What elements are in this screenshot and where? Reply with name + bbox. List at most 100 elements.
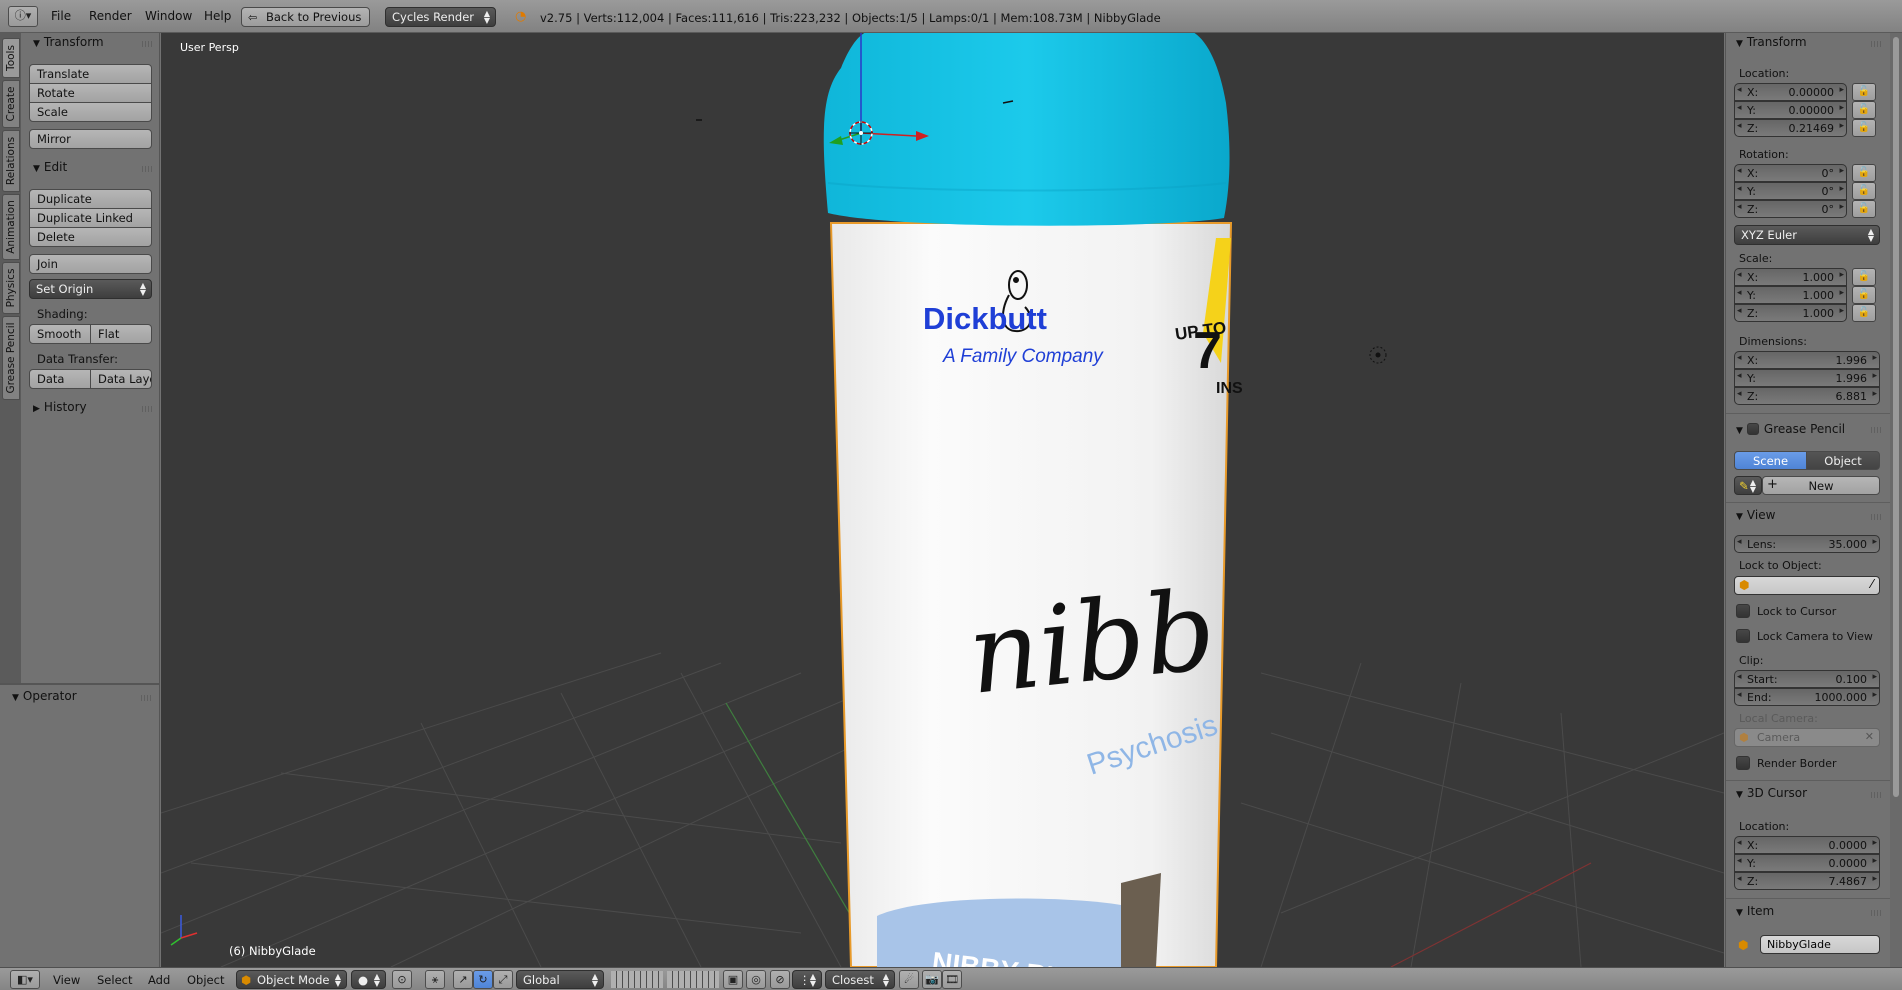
location-z-field[interactable]: Z: 0.21469 (1734, 119, 1847, 137)
gp-new-button[interactable]: + New (1762, 476, 1880, 495)
lock-scale-z-icon[interactable]: 🔓 (1852, 304, 1876, 322)
panel-grip-icon[interactable] (1871, 41, 1883, 47)
set-origin-select[interactable]: Set Origin ▲ ▼ (29, 279, 152, 299)
lock-rotation-x-icon[interactable]: 🔓 (1852, 164, 1876, 182)
panel-grip-icon[interactable] (142, 166, 154, 172)
layers-grid-1[interactable] (611, 971, 663, 988)
render-border-checkbox[interactable] (1736, 756, 1750, 770)
lock-scale-x-icon[interactable]: 🔓 (1852, 268, 1876, 286)
mirror-button[interactable]: Mirror (29, 129, 152, 149)
dimensions-x-field[interactable]: X: 1.996 (1734, 351, 1880, 369)
editor-type-icon[interactable]: ◧▾ (10, 970, 40, 989)
manipulator-toggle-icon[interactable]: ⚹ (425, 970, 445, 989)
render-engine-select[interactable]: Cycles Render ▲ ▼ (385, 7, 496, 27)
panel-header-history[interactable]: ▶ History (33, 400, 87, 414)
rotate-manipulator-icon[interactable]: ↻ (473, 970, 493, 989)
scale-button[interactable]: Scale (29, 102, 152, 122)
bottle-object[interactable]: Dickbutt A Family Company UP TO 7 INS ni… (823, 33, 1243, 967)
scale-manipulator-icon[interactable]: ⤢ (493, 970, 513, 989)
opengl-animation-icon[interactable]: 🎞 (942, 970, 962, 989)
flat-button[interactable]: Flat (90, 324, 152, 344)
panel-grip-icon[interactable] (1871, 427, 1883, 433)
gp-object-button[interactable]: Object (1806, 451, 1880, 470)
cursor-y-field[interactable]: Y: 0.0000 (1734, 854, 1880, 872)
transform-orientation-select[interactable]: Global ▲ ▼ (516, 970, 604, 989)
rotation-z-field[interactable]: Z: 0° (1734, 200, 1847, 218)
lamp-object[interactable] (1369, 346, 1387, 364)
lock-camera-checkbox[interactable] (1736, 629, 1750, 643)
tab-relations[interactable]: Relations (2, 130, 20, 192)
panel-grip-icon[interactable] (141, 695, 153, 701)
gp-brush-select[interactable]: ✎ ▲ ▼ (1734, 476, 1762, 495)
lens-field[interactable]: Lens: 35.000 (1734, 535, 1880, 553)
lock-location-z-icon[interactable]: 🔓 (1852, 119, 1876, 137)
tab-animation[interactable]: Animation (2, 194, 20, 260)
back-to-previous-button[interactable]: ⇦ Back to Previous (241, 7, 371, 27)
panel-header-grease-pencil[interactable]: ▼ Grease Pencil (1736, 421, 1845, 436)
panel-header-view[interactable]: ▼ View (1736, 508, 1775, 522)
menu-view[interactable]: View (53, 973, 80, 987)
snap-target-select[interactable]: Closest ▲ ▼ (825, 970, 895, 989)
menu-render[interactable]: Render (89, 9, 132, 23)
translate-manipulator-icon[interactable]: ↗ (453, 970, 473, 989)
lock-location-y-icon[interactable]: 🔓 (1852, 101, 1876, 119)
smooth-button[interactable]: Smooth (29, 324, 91, 344)
panel-header-item[interactable]: ▼ Item (1736, 904, 1774, 918)
menu-object[interactable]: Object (187, 973, 224, 987)
scrollbar-thumb[interactable] (1893, 37, 1899, 797)
join-button[interactable]: Join (29, 254, 152, 274)
panel-grip-icon[interactable] (1871, 792, 1883, 798)
gp-scene-button[interactable]: Scene (1734, 451, 1807, 470)
menu-select[interactable]: Select (97, 973, 132, 987)
eyedropper-icon[interactable]: ⁄ (1871, 577, 1873, 591)
lock-location-x-icon[interactable]: 🔓 (1852, 83, 1876, 101)
panel-header-transform-props[interactable]: ▼ Transform (1736, 35, 1807, 49)
viewport-shading-select[interactable]: ● ▲ ▼ (351, 970, 386, 989)
menu-add[interactable]: Add (148, 973, 170, 987)
panel-grip-icon[interactable] (1871, 910, 1883, 916)
dimensions-z-field[interactable]: Z: 6.881 (1734, 387, 1880, 405)
panel-grip-icon[interactable] (142, 406, 154, 412)
menu-window[interactable]: Window (145, 9, 192, 23)
clip-start-field[interactable]: Start: 0.100 (1734, 670, 1880, 688)
lock-rotation-y-icon[interactable]: 🔓 (1852, 182, 1876, 200)
location-y-field[interactable]: Y: 0.00000 (1734, 101, 1847, 119)
render-preview-icon[interactable]: ☄ (899, 970, 919, 989)
opengl-render-icon[interactable]: 📷 (922, 970, 942, 989)
data-layout-button[interactable]: Data Layo (90, 369, 152, 389)
tab-tools[interactable]: Tools (2, 38, 20, 78)
pivot-point-icon[interactable]: ⊙ (392, 970, 412, 989)
menu-file[interactable]: File (51, 9, 71, 23)
tab-create[interactable]: Create (2, 80, 20, 128)
duplicate-linked-button[interactable]: Duplicate Linked (29, 208, 152, 228)
rotate-button[interactable]: Rotate (29, 83, 152, 103)
panel-grip-icon[interactable] (142, 41, 154, 47)
delete-button[interactable]: Delete (29, 227, 152, 247)
menu-help[interactable]: Help (204, 9, 231, 23)
location-x-field[interactable]: X: 0.00000 (1734, 83, 1847, 101)
cursor-x-field[interactable]: X: 0.0000 (1734, 836, 1880, 854)
panel-header-3d-cursor[interactable]: ▼ 3D Cursor (1736, 786, 1807, 800)
snap-toggle-icon[interactable]: ⊘ (770, 970, 790, 989)
cursor-z-field[interactable]: Z: 7.4867 (1734, 872, 1880, 890)
lock-to-cursor-checkbox[interactable] (1736, 604, 1750, 618)
panel-header-operator[interactable]: ▼ Operator (12, 689, 77, 703)
3d-viewport[interactable]: Dickbutt A Family Company UP TO 7 INS ni… (161, 33, 1724, 967)
item-name-field[interactable]: NibbyGlade (1760, 935, 1880, 954)
tab-physics[interactable]: Physics (2, 262, 20, 314)
dimensions-y-field[interactable]: Y: 1.996 (1734, 369, 1880, 387)
sidebar-scrollbar[interactable] (1890, 33, 1902, 967)
clip-end-field[interactable]: End: 1000.000 (1734, 688, 1880, 706)
layer-lock-icon[interactable]: ▣ (723, 970, 743, 989)
panel-header-edit[interactable]: ▼ Edit (33, 160, 67, 174)
layers-grid-2[interactable] (667, 971, 719, 988)
rotation-mode-select[interactable]: XYZ Euler ▲ ▼ (1734, 225, 1880, 245)
lock-rotation-z-icon[interactable]: 🔓 (1852, 200, 1876, 218)
duplicate-button[interactable]: Duplicate (29, 189, 152, 209)
lock-to-object-field[interactable]: ⬢ ⁄ (1734, 576, 1880, 595)
data-transfer-button[interactable]: Data (29, 369, 91, 389)
rotation-y-field[interactable]: Y: 0° (1734, 182, 1847, 200)
snap-element-select[interactable]: ⋮ ▲ ▼ (792, 970, 822, 989)
lock-scale-y-icon[interactable]: 🔓 (1852, 286, 1876, 304)
grease-pencil-checkbox[interactable] (1746, 423, 1759, 435)
